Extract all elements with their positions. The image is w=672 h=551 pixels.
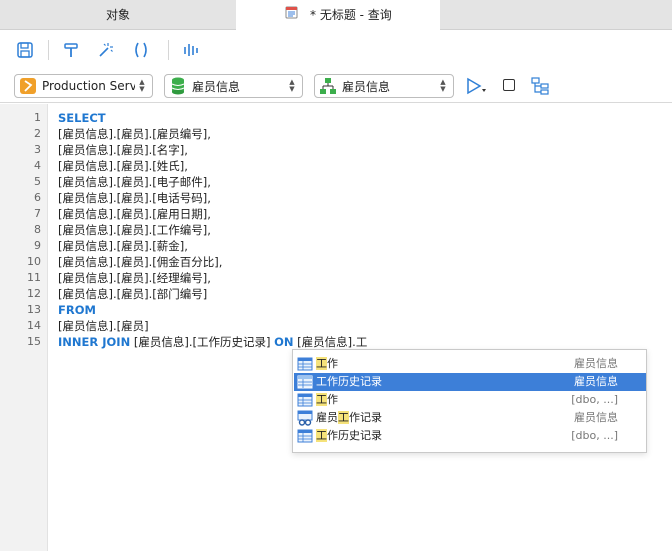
query-toolbar [0,31,672,69]
database-icon [169,77,187,95]
line-number: 5 [34,175,41,188]
tab-bar: 对象 * 无标题 - 查询 [0,0,672,31]
server-label: Production Server [42,79,135,93]
code-line: [雇员信息].[雇员].[电话号码], [58,191,211,205]
schema-icon [319,77,337,95]
table-icon [297,392,313,408]
autocomplete-item-name: 雇员工作记录 [316,409,382,427]
code-line: [雇员信息].[雇员].[雇员编号], [58,127,211,141]
code-line: [雇员信息].[雇员] [58,319,149,333]
autocomplete-item-name: 工作 [316,391,338,409]
toolbar-divider [48,40,49,60]
code-line: [雇员信息].[雇员].[姓氏], [58,159,188,173]
autocomplete-item-name: 工作历史记录 [316,373,382,391]
table-icon [297,428,313,444]
keyword-on: ON [274,335,294,349]
code-line: [雇员信息].[雇员].[部门编号] [58,287,208,301]
tab-objects-label: 对象 [105,8,130,22]
line-number: 7 [34,207,41,220]
code-line-join: INNER JOIN [雇员信息].[工作历史记录] ON [雇员信息].工 [58,334,367,350]
autocomplete-item-schema: 雇员信息 [574,375,618,388]
parentheses-icon[interactable] [128,37,154,63]
name-suffix: 作 [327,393,338,406]
match-highlight: 工 [316,429,327,442]
code-line: [雇员信息].[雇员].[电子邮件], [58,175,211,189]
code-line: [雇员信息].[雇员].[佣金百分比], [58,255,223,269]
tab-objects[interactable]: 对象 [0,0,236,30]
join-table: [雇员信息].[工作历史记录] [130,335,275,349]
typed-text: [雇员信息].工 [293,335,368,349]
autocomplete-popup: 工作 雇员信息 工作历史记录 雇员信息 工作 [dbo, ...] 雇员工作记录… [292,349,647,453]
code-line: [雇员信息].[雇员].[工作编号], [58,223,211,237]
line-number: 1 [34,111,41,124]
autocomplete-item-name: 工作 [316,355,338,373]
magic-wand-icon[interactable] [92,37,118,63]
name-suffix: 作记录 [349,411,382,424]
match-highlight: 工 [316,393,327,406]
keyword-inner-join: INNER JOIN [58,335,131,349]
autocomplete-item[interactable]: 工作 雇员信息 [294,355,646,373]
line-number: 11 [27,271,41,284]
chevron-updown-icon: ▲ ▼ [289,78,295,93]
line-number: 2 [34,127,41,140]
autocomplete-item[interactable]: 工作 [dbo, ...] [294,391,646,409]
match-highlight: 工 [316,357,327,370]
line-number: 9 [34,239,41,252]
autocomplete-item-name: 工作历史记录 [316,427,382,445]
code-line: [雇员信息].[雇员].[雇用日期], [58,207,211,221]
table-icon [297,356,313,372]
database-label: 雇员信息 [192,79,241,94]
save-icon[interactable] [12,37,38,63]
code-snippet-icon[interactable] [178,37,204,63]
query-icon [284,1,300,31]
line-number: 14 [27,319,41,332]
autocomplete-item[interactable]: 雇员工作记录 雇员信息 [294,409,646,427]
explain-icon[interactable] [531,77,549,95]
table-icon [297,374,313,390]
code-line: [雇员信息].[雇员].[名字], [58,143,188,157]
code-line: [雇员信息].[雇员].[薪金], [58,239,188,253]
connection-bar: Production Server ▲▼ 雇员信息 ▲▼ 雇员信息 ▲▼ [0,69,672,103]
line-number: 3 [34,143,41,156]
match-highlight: 工 [316,375,327,388]
name-suffix: 作历史记录 [327,375,382,388]
code-line-from: FROM [58,303,96,317]
name-suffix: 作 [327,357,338,370]
name-prefix: 雇员 [316,411,338,424]
autocomplete-item-schema: 雇员信息 [574,357,618,370]
chevron-updown-icon: ▲ ▼ [440,78,446,93]
line-number: 13 [27,303,41,316]
format-icon[interactable] [58,37,84,63]
run-icon[interactable] [466,77,488,95]
autocomplete-item-schema: 雇员信息 [574,411,618,424]
sql-editor[interactable]: 1 2 3 4 5 6 7 8 9 10 11 12 13 14 15 SELE… [0,104,672,551]
line-number: 10 [27,255,41,268]
line-number: 4 [34,159,41,172]
line-number: 6 [34,191,41,204]
schema-label: 雇员信息 [342,79,391,94]
line-number: 12 [27,287,41,300]
chevron-updown-icon: ▲ ▼ [139,78,145,93]
name-suffix: 作历史记录 [327,429,382,442]
tab-query[interactable]: * 无标题 - 查询 [236,0,440,31]
line-number: 8 [34,223,41,236]
autocomplete-item-schema: [dbo, ...] [571,393,618,406]
autocomplete-item-selected[interactable]: 工作历史记录 雇员信息 [294,373,646,391]
match-highlight: 工 [338,411,349,424]
schema-select[interactable]: 雇员信息 ▲ ▼ [314,74,454,98]
autocomplete-item[interactable]: 工作历史记录 [dbo, ...] [294,427,646,445]
code-line-select: SELECT [58,111,106,125]
stop-icon[interactable] [503,79,515,91]
line-number-gutter: 1 2 3 4 5 6 7 8 9 10 11 12 13 14 15 [0,104,48,551]
autocomplete-item-schema: [dbo, ...] [571,429,618,442]
server-icon [19,77,37,95]
view-icon [297,410,313,426]
toolbar-divider [168,40,169,60]
code-line: [雇员信息].[雇员].[经理编号], [58,271,211,285]
database-select[interactable]: 雇员信息 ▲ ▼ [164,74,303,98]
server-select[interactable]: Production Server ▲▼ [14,74,153,98]
tab-query-label: * 无标题 - 查询 [310,8,392,22]
line-number: 15 [27,335,41,348]
